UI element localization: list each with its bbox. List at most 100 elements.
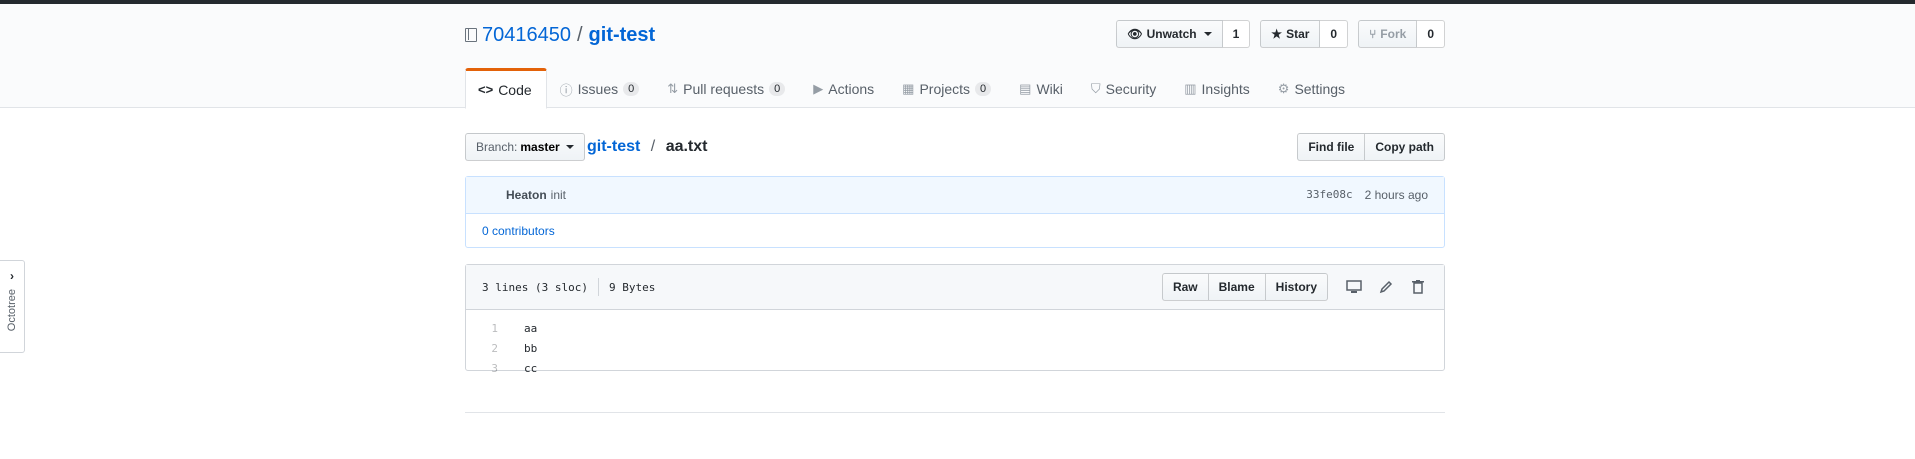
branch-label: Branch:	[476, 140, 518, 154]
star-group: ★ Star 0	[1260, 20, 1349, 48]
repo-name-link[interactable]: git-test	[589, 22, 656, 48]
play-icon: ▶	[813, 81, 824, 96]
unwatch-label: Unwatch	[1146, 27, 1197, 41]
tab-actions[interactable]: ▶ Actions	[800, 68, 889, 108]
line-content: aa	[524, 321, 538, 335]
tab-settings[interactable]: ⚙ Settings	[1265, 68, 1360, 108]
commit-message[interactable]: init	[551, 188, 566, 202]
file-code: 1 aa 2 bb 3 cc	[466, 310, 1444, 378]
commit-meta: 33fe08c 2 hours ago	[1306, 188, 1428, 202]
file-info-divider	[597, 278, 599, 296]
repo-owner-link[interactable]: 70416450	[482, 22, 571, 48]
branch-name: master	[520, 140, 560, 154]
tab-label: Insights	[1201, 81, 1250, 97]
book-icon: ▤	[1019, 81, 1032, 96]
commit-time: 2 hours ago	[1364, 188, 1428, 202]
tab-label: Actions	[828, 81, 875, 97]
line-number[interactable]: 2	[466, 342, 508, 355]
watchers-count[interactable]: 1	[1222, 20, 1251, 48]
star-icon: ★	[1271, 27, 1283, 41]
raw-button[interactable]: Raw	[1161, 273, 1209, 301]
gear-icon: ⚙	[1277, 81, 1290, 96]
chevron-down-icon	[1203, 32, 1212, 36]
pencil-icon[interactable]	[1370, 273, 1402, 301]
tab-projects[interactable]: ▦ Projects 0	[889, 68, 1006, 108]
contributors-row: 0 contributors	[466, 214, 1444, 248]
breadcrumb-current-file: aa.txt	[665, 138, 708, 155]
fork-icon: ⑂	[1369, 27, 1377, 41]
file-info: 3 lines (3 sloc) 9 Bytes	[482, 278, 655, 296]
tab-issues[interactable]: ⓘ Issues 0	[547, 68, 655, 108]
chevron-right-icon: ›	[10, 269, 14, 283]
code-line: 3 cc	[466, 358, 1444, 378]
repo-nav-tabs: <> Code ⓘ Issues 0 ⇅ Pull requests 0 ▶ A…	[465, 68, 1360, 109]
repo-book-icon	[465, 28, 477, 42]
tab-label: Projects	[919, 81, 971, 97]
file-actions: Raw Blame History	[1161, 273, 1434, 301]
stargazers-count[interactable]: 0	[1320, 20, 1349, 48]
commit-tease: Heaton init 33fe08c 2 hours ago 0 contri…	[465, 176, 1445, 248]
repo-title-separator: /	[576, 24, 583, 46]
find-file-button[interactable]: Find file	[1297, 133, 1366, 161]
star-label: Star	[1286, 27, 1310, 41]
eye-icon: 👁	[1127, 27, 1143, 41]
latest-commit: Heaton init 33fe08c 2 hours ago	[466, 177, 1444, 214]
tab-label: Issues	[577, 81, 619, 97]
breadcrumb-separator: /	[650, 138, 656, 155]
forks-count[interactable]: 0	[1417, 20, 1445, 48]
contributors-link[interactable]: 0 contributors	[482, 224, 555, 238]
unwatch-button[interactable]: 👁 Unwatch	[1116, 20, 1223, 48]
issue-icon: ⓘ	[559, 82, 573, 98]
pull-request-icon: ⇅	[667, 81, 679, 96]
repo-actions: 👁 Unwatch 1 ★ Star 0 ⑂ Fork 0	[1116, 20, 1445, 48]
footer-divider	[465, 412, 1445, 413]
octotree-label: Octotree	[6, 289, 18, 332]
octotree-toggle[interactable]: › Octotree	[0, 260, 25, 353]
line-number[interactable]: 3	[466, 362, 508, 375]
tab-wiki[interactable]: ▤ Wiki	[1006, 68, 1078, 108]
blame-button[interactable]: Blame	[1207, 273, 1266, 301]
fork-button[interactable]: ⑂ Fork	[1358, 20, 1418, 48]
line-content: bb	[524, 341, 538, 355]
fork-group: ⑂ Fork 0	[1358, 20, 1445, 48]
graph-icon: ▥	[1184, 81, 1197, 96]
commit-author[interactable]: Heaton	[506, 188, 547, 202]
tab-code[interactable]: <> Code	[465, 68, 547, 109]
tab-label: Pull requests	[683, 81, 765, 97]
file-viewer: 3 lines (3 sloc) 9 Bytes Raw Blame Histo…	[465, 264, 1445, 375]
repo-title: 70416450 / git-test	[465, 22, 655, 48]
history-button[interactable]: History	[1264, 273, 1328, 301]
shield-icon: ⛉	[1090, 81, 1101, 96]
file-header: 3 lines (3 sloc) 9 Bytes Raw Blame Histo…	[466, 265, 1444, 310]
issues-counter: 0	[623, 82, 640, 96]
tab-label: Wiki	[1036, 81, 1063, 97]
trash-icon[interactable]	[1402, 273, 1434, 301]
tab-insights[interactable]: ▥ Insights	[1171, 68, 1265, 108]
chevron-down-icon	[565, 145, 574, 149]
projects-counter: 0	[975, 82, 992, 96]
tab-label: Security	[1105, 81, 1157, 97]
breadcrumb: git-test / aa.txt	[587, 136, 707, 158]
commit-sha[interactable]: 33fe08c	[1306, 188, 1352, 202]
file-button-group: Raw Blame History	[1161, 273, 1328, 301]
copy-path-button[interactable]: Copy path	[1365, 133, 1445, 161]
watch-group: 👁 Unwatch 1	[1116, 20, 1251, 48]
tab-pull-requests[interactable]: ⇅ Pull requests 0	[654, 68, 800, 108]
branch-select-button[interactable]: Branch: master	[465, 133, 585, 161]
file-navigation: Branch: master git-test / aa.txt Find fi…	[465, 133, 1445, 161]
line-content: cc	[524, 361, 538, 375]
tab-label: Code	[498, 81, 532, 98]
code-line: 2 bb	[466, 338, 1444, 358]
pull-requests-counter: 0	[769, 82, 786, 96]
tab-label: Settings	[1294, 81, 1346, 97]
file-line-count: 3 lines (3 sloc)	[482, 280, 588, 294]
breadcrumb-repo-link[interactable]: git-test	[587, 138, 640, 155]
star-button[interactable]: ★ Star	[1260, 20, 1321, 48]
desktop-icon[interactable]	[1338, 273, 1370, 301]
file-nav-buttons: Find file Copy path	[1297, 133, 1445, 161]
file-size: 9 Bytes	[608, 280, 656, 294]
fork-label: Fork	[1380, 27, 1407, 41]
project-icon: ▦	[902, 81, 915, 96]
tab-security[interactable]: ⛉ Security	[1078, 68, 1171, 108]
line-number[interactable]: 1	[466, 322, 508, 335]
